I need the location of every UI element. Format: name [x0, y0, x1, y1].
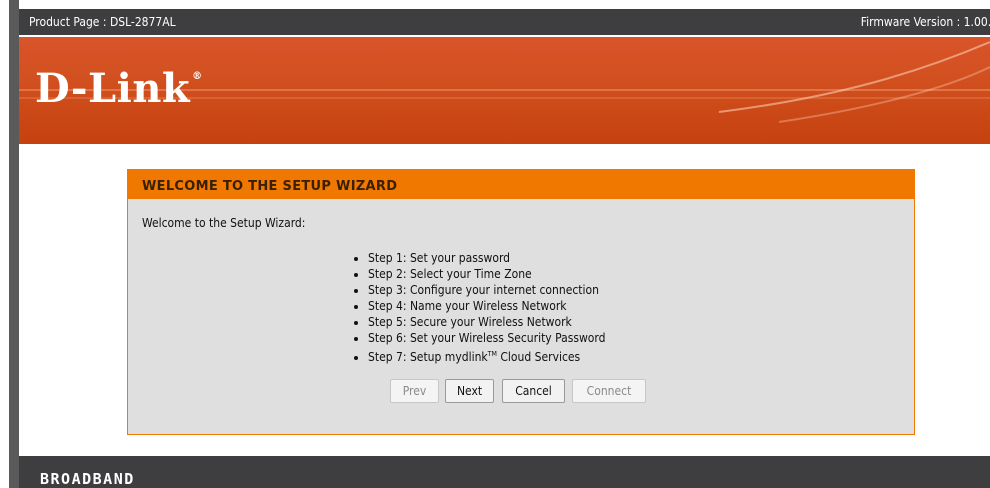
dlink-logo: D-Link ® — [35, 65, 203, 112]
setup-wizard-panel: WELCOME TO THE SETUP WIZARD Welcome to t… — [127, 169, 915, 435]
product-page-label: Product Page : DSL-2877AL — [29, 15, 176, 29]
left-rail — [0, 0, 19, 488]
wizard-step: Step 2: Select your Time Zone — [368, 266, 605, 282]
wizard-step: Step 3: Configure your internet connecti… — [368, 282, 605, 298]
wizard-step: Step 1: Set your password — [368, 250, 605, 266]
router-page: Product Page : DSL-2877AL Firmware Versi… — [19, 0, 990, 488]
wizard-intro: Welcome to the Setup Wizard: — [142, 216, 306, 230]
broadband-label: BROADBAND — [40, 470, 135, 488]
firmware-version-label: Firmware Version : 1.00.1 — [860, 15, 990, 29]
wizard-step: Step 4: Name your Wireless Network — [368, 298, 605, 314]
cancel-button[interactable]: Cancel — [502, 379, 565, 403]
top-bar: Product Page : DSL-2877AL Firmware Versi… — [19, 9, 990, 35]
wizard-step: Step 5: Secure your Wireless Network — [368, 314, 605, 330]
step7-text: Step 7: Setup mydlink — [368, 350, 488, 364]
connect-button[interactable]: Connect — [572, 379, 646, 403]
left-rail-bar — [9, 0, 19, 488]
wizard-step: Step 6: Set your Wireless Security Passw… — [368, 330, 605, 346]
step7-suffix: Cloud Services — [496, 350, 581, 364]
wizard-steps-list: Step 1: Set your password Step 2: Select… — [354, 250, 605, 365]
wizard-title: WELCOME TO THE SETUP WIZARD — [128, 170, 914, 199]
prev-button[interactable]: Prev — [390, 379, 439, 403]
wizard-step: Step 7: Setup mydlinkTM Cloud Services — [368, 346, 605, 365]
trademark-mark: TM — [487, 350, 497, 358]
next-button[interactable]: Next — [445, 379, 494, 403]
brand-banner: D-Link ® — [19, 37, 990, 144]
footer-bar: BROADBAND — [19, 456, 990, 488]
